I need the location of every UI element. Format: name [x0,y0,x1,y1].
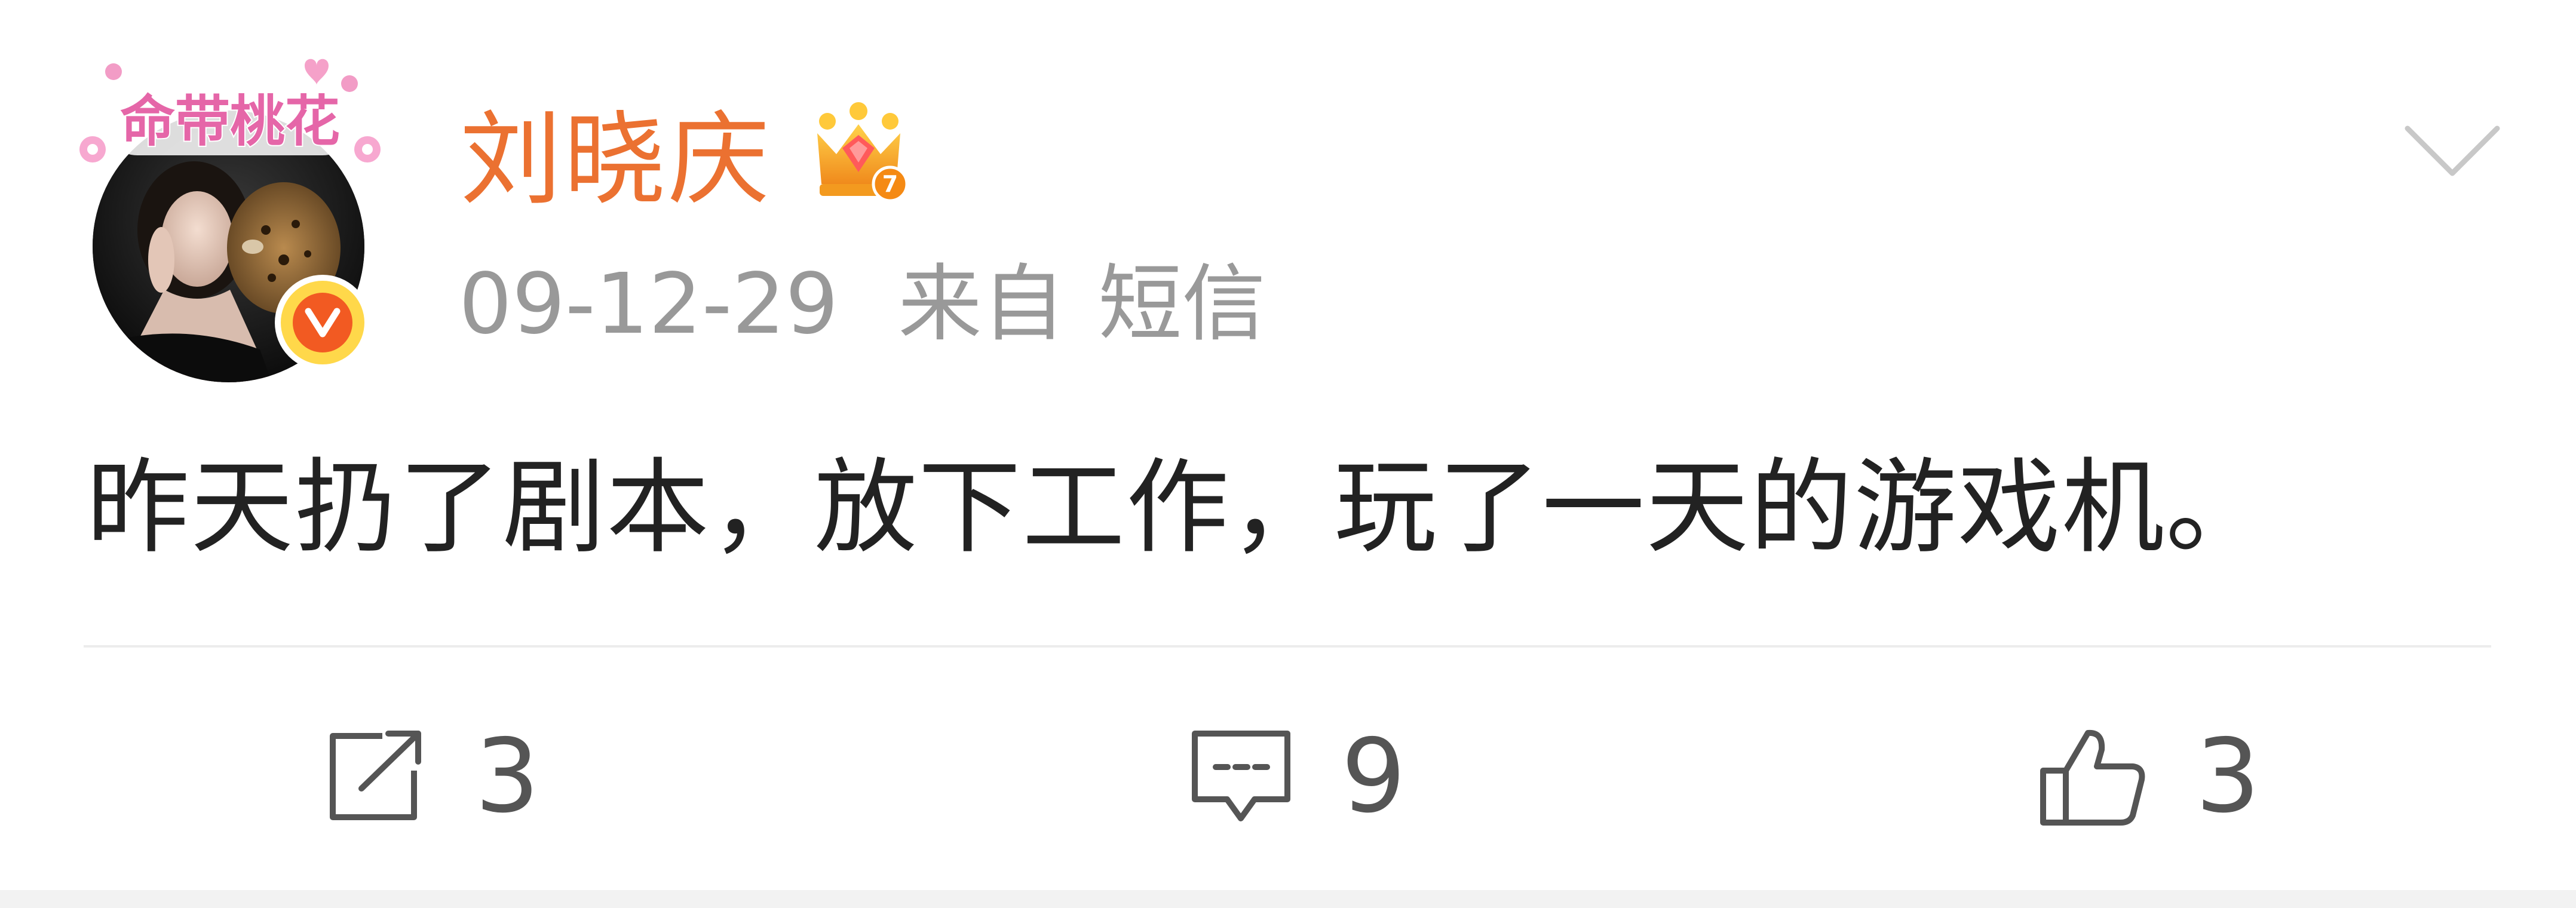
source-prefix: 来自 [898,256,1066,353]
feed-separator [0,890,2576,908]
thumbs-up-icon [2040,729,2145,826]
comment-count: 9 [1341,717,1406,836]
crown-level-7-icon[interactable]: 7 [806,100,911,208]
vip-level-number: 7 [882,171,898,197]
comment-icon [1192,730,1290,821]
repost-count: 3 [475,717,540,836]
post-meta: 09-12-29 来自 短信 [459,254,1266,355]
share-icon [330,731,421,820]
avatar-frame-decoration: 命带桃花 [79,59,381,162]
like-count: 3 [2195,717,2261,836]
author-avatar-block[interactable]: 命带桃花 [69,48,391,382]
repost-button[interactable]: 3 [326,726,539,827]
post-source[interactable]: 短信 [1098,256,1265,353]
post-date: 09-12-29 [459,256,839,353]
verified-badge [275,275,370,370]
comment-button[interactable]: 9 [1189,726,1406,827]
avatar-frame-text: 命带桃花 [120,90,340,154]
author-name[interactable]: 刘晓庆 [460,100,772,220]
chevron-down-icon[interactable] [2402,119,2503,185]
verified-v-icon [293,293,352,352]
post-content[interactable]: 昨天扔了剧本，放下工作，玩了一天的游戏机。 [87,445,2270,570]
divider [84,645,2491,648]
weibo-post-card: 命带桃花 刘晓庆 7 09-12-29 来自 短信 昨天扔了剧本，放下工作，玩了… [0,0,2576,890]
like-button[interactable]: 3 [2037,726,2260,827]
